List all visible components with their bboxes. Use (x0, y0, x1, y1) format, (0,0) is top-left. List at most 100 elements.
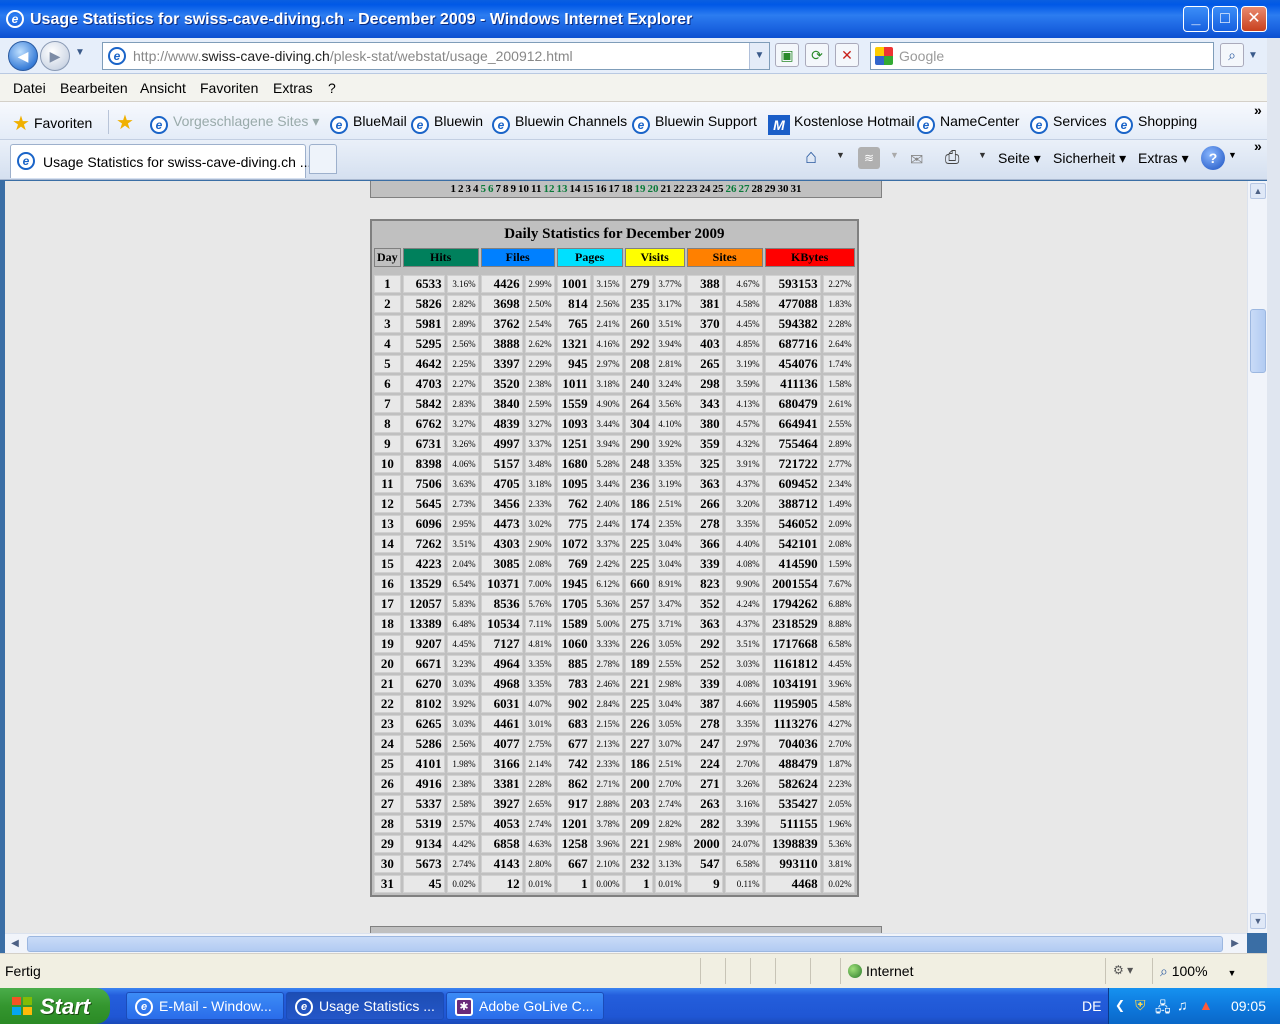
taskbar-usage-statistics[interactable]: e Usage Statistics ... (286, 992, 444, 1020)
scroll-right-arrow[interactable]: ▶ (1227, 936, 1243, 952)
fav-shopping[interactable]: e Shopping (1115, 113, 1197, 134)
taskbar-email[interactable]: e E-Mail - Window... (126, 992, 284, 1020)
day-link[interactable]: 11 (531, 181, 541, 197)
day-link[interactable]: 31 (790, 181, 801, 197)
day-link[interactable]: 24 (699, 181, 710, 197)
day-link[interactable]: 14 (569, 181, 580, 197)
day-link[interactable]: 26 (725, 181, 736, 197)
vertical-scrollbar[interactable]: ▲ ▼ (1247, 181, 1267, 933)
print-icon[interactable]: ⎙ (945, 147, 959, 168)
day-link[interactable]: 13 (556, 181, 567, 197)
day-link[interactable]: 30 (777, 181, 788, 197)
home-icon[interactable]: ⌂ (805, 146, 817, 169)
tab-usage-statistics[interactable]: e Usage Statistics for swiss-cave-diving… (10, 144, 311, 178)
scroll-down-arrow[interactable]: ▼ (1250, 913, 1266, 929)
day-link[interactable]: 21 (660, 181, 671, 197)
day-link[interactable]: 28 (751, 181, 762, 197)
day-link[interactable]: 5 (481, 181, 487, 197)
search-options-icon[interactable]: ▼ (1248, 50, 1258, 61)
tray-chevron-icon[interactable]: ❮ (1115, 998, 1125, 1012)
scroll-up-arrow[interactable]: ▲ (1250, 183, 1266, 199)
fav-services[interactable]: e Services (1030, 113, 1107, 134)
fav-bluewin-support[interactable]: e Bluewin Support (632, 113, 757, 134)
horizontal-scrollbar[interactable]: ◀ ▶ (5, 933, 1247, 953)
address-bar[interactable]: e http://www.swiss-cave-diving.ch/plesk-… (102, 42, 770, 70)
menu-sicherheit[interactable]: Sicherheit ▾ (1053, 150, 1126, 167)
protected-mode-icon[interactable]: ⚙ ▾ (1113, 963, 1133, 977)
close-button[interactable]: ✕ (1241, 6, 1267, 32)
feeds-dropdown-icon[interactable]: ▼ (890, 150, 899, 160)
fav-kostenlose-hotmail[interactable]: M Kostenlose Hotmail (768, 113, 915, 135)
history-dropdown-icon[interactable]: ▼ (75, 47, 85, 58)
day-link[interactable]: 8 (503, 181, 509, 197)
fav-bluewin-channels[interactable]: e Bluewin Channels (492, 113, 627, 134)
day-link[interactable]: 6 (488, 181, 494, 197)
menu-extras-toolbar[interactable]: Extras ▾ (1138, 150, 1189, 167)
print-dropdown-icon[interactable]: ▼ (978, 150, 987, 160)
fav-bluewin[interactable]: e Bluewin (411, 113, 483, 134)
menu-ansicht[interactable]: Ansicht (140, 80, 186, 96)
day-link[interactable]: 9 (511, 181, 517, 197)
day-link[interactable]: 7 (496, 181, 502, 197)
day-link[interactable]: 25 (712, 181, 723, 197)
toolbar-overflow-icon[interactable]: » (1254, 138, 1262, 154)
day-link[interactable]: 2 (458, 181, 464, 197)
horizontal-scroll-thumb[interactable] (27, 936, 1223, 952)
maximize-button[interactable]: □ (1212, 6, 1238, 32)
feeds-icon[interactable]: ≋ (858, 147, 880, 169)
start-button[interactable]: Start (0, 988, 110, 1024)
security-shield-icon[interactable]: ⛨ (1135, 997, 1146, 1014)
help-dropdown-icon[interactable]: ▼ (1228, 150, 1237, 160)
day-link[interactable]: 4 (473, 181, 479, 197)
menu-help[interactable]: ? (328, 80, 336, 96)
day-link[interactable]: 16 (595, 181, 606, 197)
antivirus-icon[interactable]: ▲ (1199, 997, 1213, 1013)
day-link[interactable]: 12 (543, 181, 554, 197)
volume-icon[interactable]: ♫ (1177, 997, 1188, 1013)
network-icon[interactable]: 🖧 (1155, 997, 1171, 1021)
value-cell: 2318529 (764, 615, 821, 633)
fav-namecenter[interactable]: e NameCenter (917, 113, 1019, 134)
back-button[interactable]: ◀ (8, 41, 38, 71)
forward-button[interactable]: ▶ (40, 41, 70, 71)
day-link[interactable]: 3 (466, 181, 472, 197)
day-link[interactable]: 10 (518, 181, 529, 197)
zoom-level[interactable]: ⌕ 100% ▼ (1160, 963, 1236, 980)
search-icon[interactable]: ⌕ (1220, 43, 1244, 67)
scroll-left-arrow[interactable]: ◀ (7, 936, 23, 952)
day-link[interactable]: 15 (582, 181, 593, 197)
day-link[interactable]: 23 (686, 181, 697, 197)
favorites-button[interactable]: ★ Favoriten (12, 111, 92, 136)
day-link[interactable]: 29 (764, 181, 775, 197)
minimize-button[interactable]: _ (1183, 6, 1209, 32)
vertical-scroll-thumb[interactable] (1250, 309, 1266, 373)
new-tab-button[interactable] (309, 144, 337, 174)
address-url[interactable]: http://www.swiss-cave-diving.ch/plesk-st… (133, 48, 573, 64)
refresh-icon[interactable]: ⟳ (805, 43, 829, 67)
language-indicator[interactable]: DE (1082, 998, 1101, 1014)
mail-icon[interactable]: ✉ (910, 150, 923, 170)
fav-suggested-sites[interactable]: e Vorgeschlagene Sites ▾ (150, 113, 319, 134)
compatibility-icon[interactable]: ▣ (775, 43, 799, 67)
add-favorite-icon[interactable]: ★ (116, 110, 134, 135)
address-dropdown-icon[interactable]: ▼ (749, 43, 769, 69)
day-link[interactable]: 1 (451, 181, 457, 197)
stop-icon[interactable]: ✕ (835, 43, 859, 67)
fav-bluemail[interactable]: e BlueMail (330, 113, 407, 134)
menu-favoriten[interactable]: Favoriten (200, 80, 258, 96)
menu-bearbeiten[interactable]: Bearbeiten (60, 80, 128, 96)
help-icon[interactable]: ? (1201, 146, 1225, 170)
day-link[interactable]: 19 (634, 181, 645, 197)
menu-datei[interactable]: Datei (13, 80, 46, 96)
favorites-overflow-icon[interactable]: » (1254, 102, 1262, 118)
day-link[interactable]: 18 (621, 181, 632, 197)
menu-seite[interactable]: Seite ▾ (998, 150, 1041, 167)
day-link[interactable]: 20 (647, 181, 658, 197)
day-link[interactable]: 22 (673, 181, 684, 197)
menu-extras[interactable]: Extras (273, 80, 313, 96)
home-dropdown-icon[interactable]: ▼ (836, 150, 845, 160)
day-link[interactable]: 27 (738, 181, 749, 197)
day-link[interactable]: 17 (608, 181, 619, 197)
taskbar-adobe-golive[interactable]: ✱ Adobe GoLive C... (446, 992, 604, 1020)
search-box[interactable]: Google (870, 42, 1214, 70)
